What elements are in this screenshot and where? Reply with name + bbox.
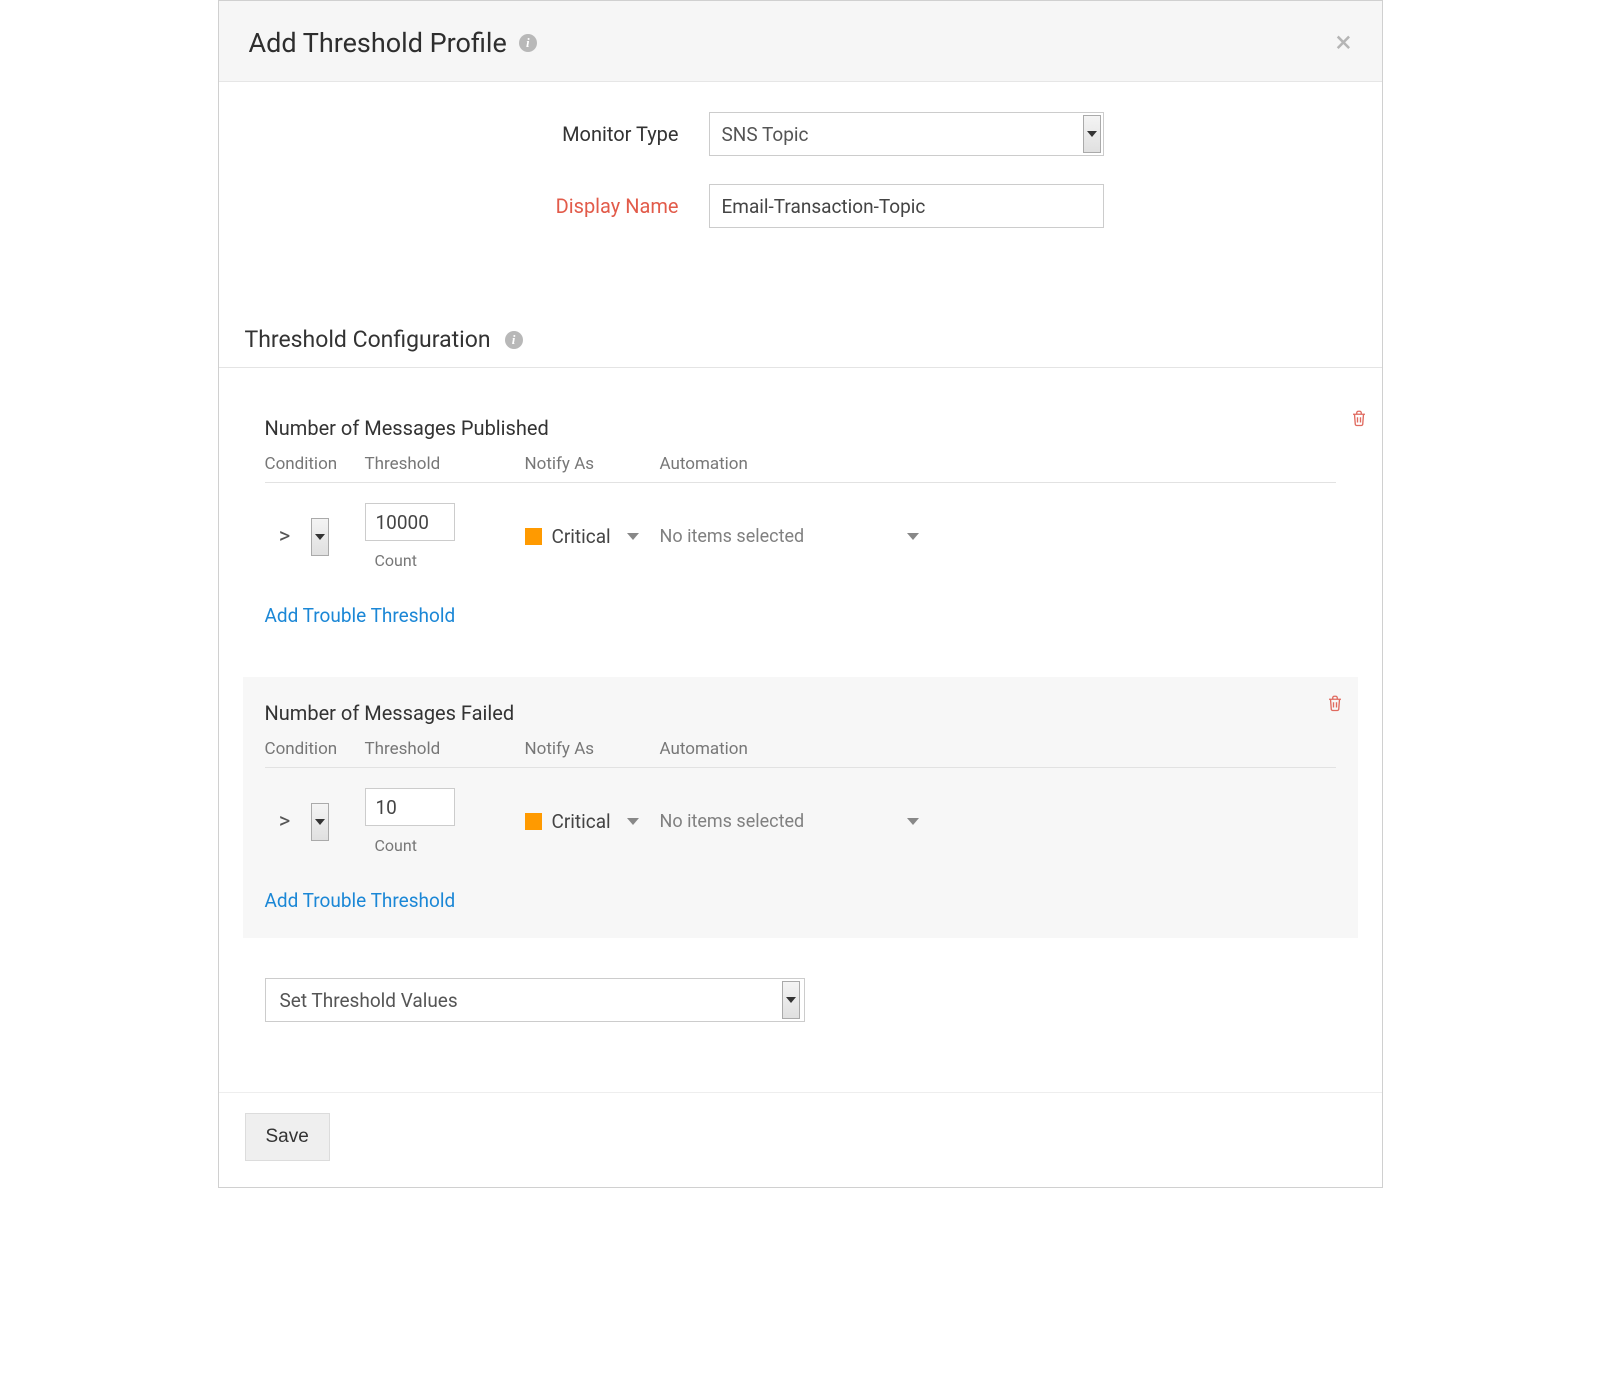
col-notify: Notify As <box>525 739 660 759</box>
label-monitor-type: Monitor Type <box>249 122 709 146</box>
set-threshold-values-row: Set Threshold Values <box>265 978 1382 1022</box>
save-button[interactable]: Save <box>245 1113 330 1161</box>
add-trouble-threshold-link[interactable]: Add Trouble Threshold <box>265 604 456 627</box>
threshold-block-failed: Number of Messages Failed Condition Thre… <box>243 677 1358 938</box>
form-area: Monitor Type SNS Topic Display Name Emai… <box>219 82 1382 266</box>
threshold-block-published: Number of Messages Published Condition T… <box>243 392 1358 653</box>
col-automation: Automation <box>660 739 925 759</box>
chevron-down-icon <box>627 533 639 540</box>
automation-select[interactable]: No items selected <box>660 811 925 832</box>
info-icon[interactable]: i <box>505 331 523 349</box>
columns-header: Condition Threshold Notify As Automation <box>265 739 1336 768</box>
chevron-down-icon <box>907 818 919 825</box>
dialog-header: Add Threshold Profile i × <box>219 1 1382 82</box>
section-title: Threshold Configuration <box>245 326 491 353</box>
notify-select[interactable]: Critical <box>525 810 660 833</box>
col-condition: Condition <box>265 739 365 759</box>
col-condition: Condition <box>265 454 365 474</box>
dialog-title-text: Add Threshold Profile <box>249 27 507 59</box>
col-notify: Notify As <box>525 454 660 474</box>
col-automation: Automation <box>660 454 925 474</box>
columns-header: Condition Threshold Notify As Automation <box>265 454 1336 483</box>
chevron-down-icon <box>311 518 329 556</box>
label-display-name: Display Name <box>249 194 709 218</box>
threshold-unit: Count <box>375 836 525 855</box>
threshold-input[interactable]: 10 <box>365 788 455 826</box>
row-display-name: Display Name Email-Transaction-Topic <box>249 184 1352 228</box>
input-display-name[interactable]: Email-Transaction-Topic <box>709 184 1104 228</box>
threshold-input[interactable]: 10000 <box>365 503 455 541</box>
threshold-unit: Count <box>375 551 525 570</box>
set-threshold-values-label: Set Threshold Values <box>280 989 458 1012</box>
block-title: Number of Messages Published <box>265 416 1336 440</box>
chevron-down-icon <box>907 533 919 540</box>
select-monitor-type[interactable]: SNS Topic <box>709 112 1104 156</box>
add-trouble-threshold-link[interactable]: Add Trouble Threshold <box>265 889 456 912</box>
notify-value: Critical <box>552 525 611 548</box>
dialog-title: Add Threshold Profile i <box>249 27 537 59</box>
info-icon[interactable]: i <box>519 34 537 52</box>
automation-value: No items selected <box>660 811 805 832</box>
select-monitor-type-value: SNS Topic <box>722 123 809 146</box>
chevron-down-icon <box>627 818 639 825</box>
chevron-down-icon <box>782 981 800 1019</box>
block-title: Number of Messages Failed <box>265 701 1336 725</box>
automation-select[interactable]: No items selected <box>660 526 925 547</box>
threshold-row: > 10 Count Critical No items selected <box>265 768 1336 855</box>
condition-value: > <box>265 809 305 834</box>
chevron-down-icon <box>1083 115 1101 153</box>
condition-select[interactable]: > <box>265 518 365 556</box>
condition-select[interactable]: > <box>265 803 365 841</box>
trash-icon[interactable] <box>1350 408 1368 433</box>
row-monitor-type: Monitor Type SNS Topic <box>249 112 1352 156</box>
notify-select[interactable]: Critical <box>525 525 660 548</box>
col-threshold: Threshold <box>365 739 525 759</box>
section-threshold-config: Threshold Configuration i <box>219 326 1382 368</box>
trash-icon[interactable] <box>1326 693 1344 718</box>
input-display-name-value: Email-Transaction-Topic <box>722 195 926 218</box>
col-threshold: Threshold <box>365 454 525 474</box>
severity-swatch-critical <box>525 813 542 830</box>
automation-value: No items selected <box>660 526 805 547</box>
notify-value: Critical <box>552 810 611 833</box>
condition-value: > <box>265 524 305 549</box>
close-icon[interactable]: × <box>1335 28 1351 58</box>
threshold-value: 10 <box>376 796 397 819</box>
severity-swatch-critical <box>525 528 542 545</box>
select-set-threshold-values[interactable]: Set Threshold Values <box>265 978 805 1022</box>
chevron-down-icon <box>311 803 329 841</box>
threshold-row: > 10000 Count Critical No items selected <box>265 483 1336 570</box>
dialog-footer: Save <box>219 1092 1382 1187</box>
threshold-value: 10000 <box>376 511 429 534</box>
threshold-profile-dialog: Add Threshold Profile i × Monitor Type S… <box>218 0 1383 1188</box>
